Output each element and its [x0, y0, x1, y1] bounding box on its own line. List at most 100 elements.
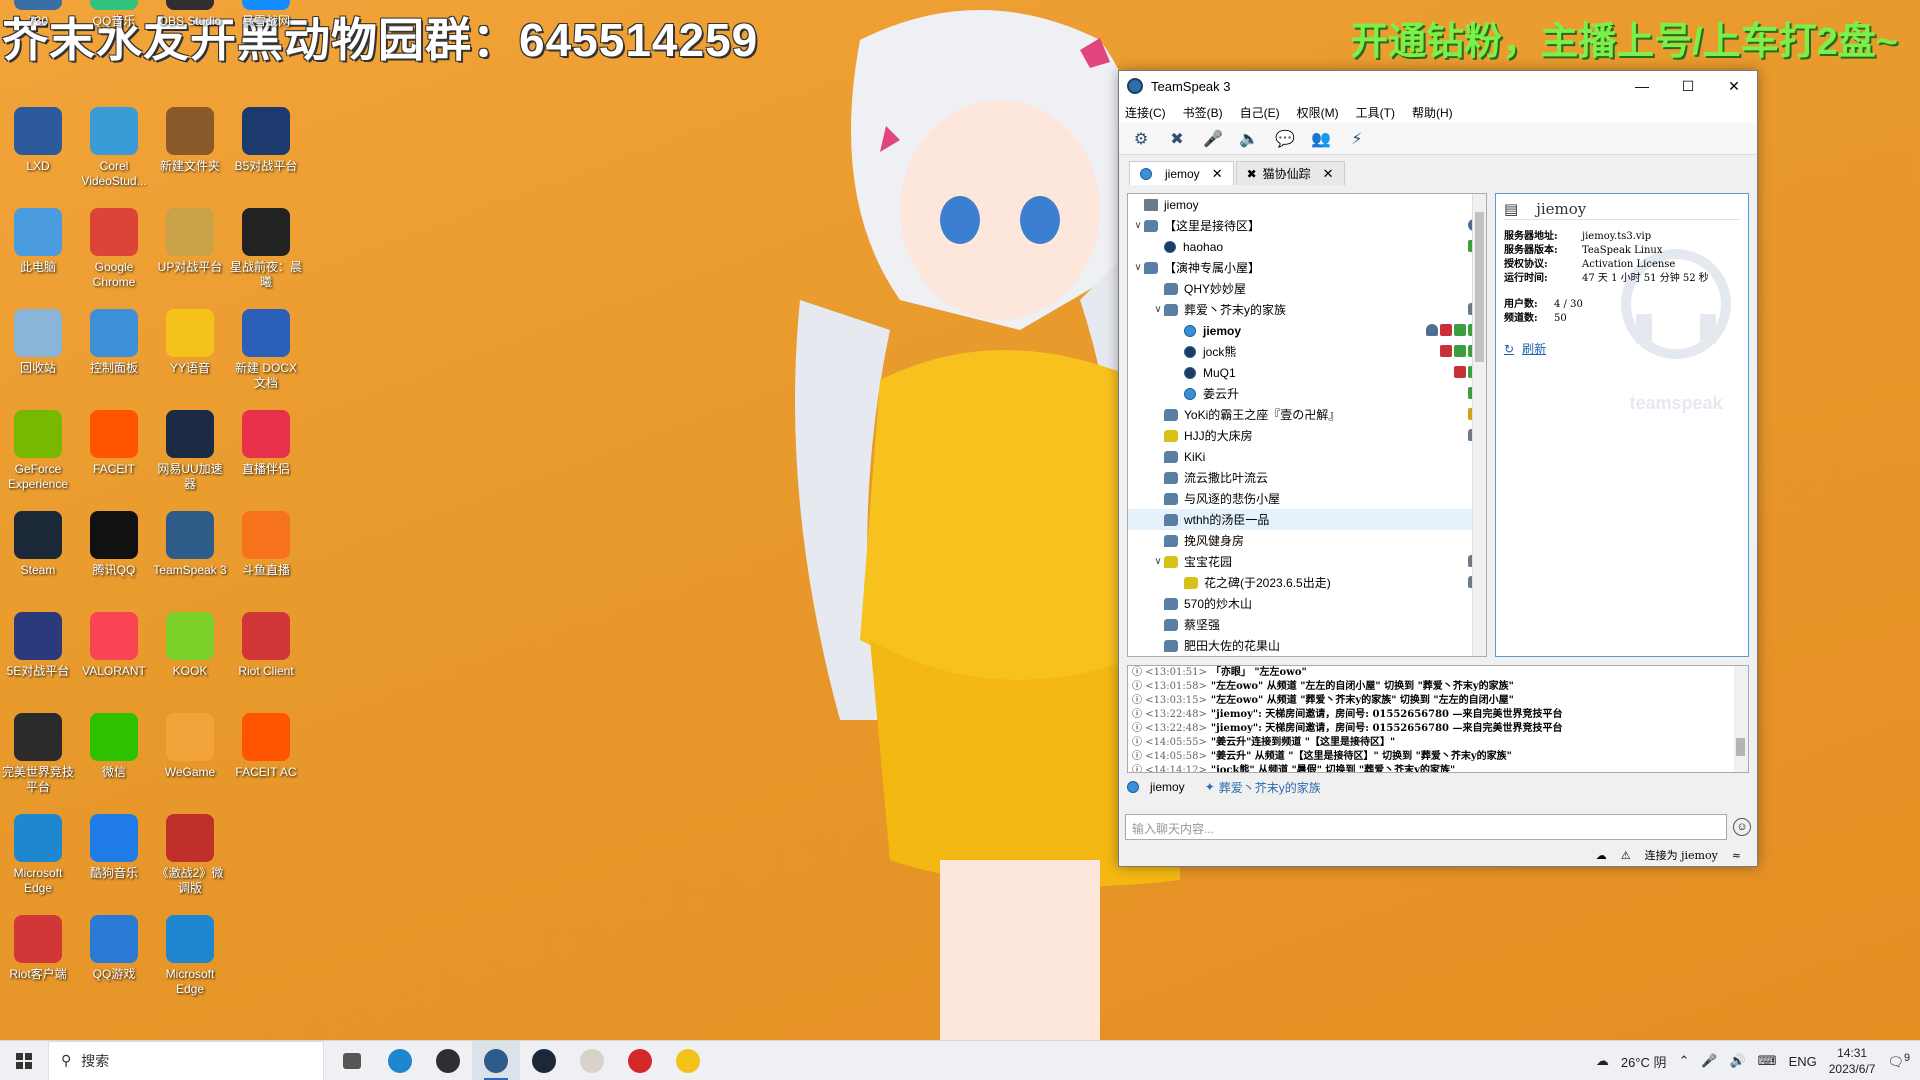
channel-row[interactable]: 与风逐的悲伤小屋	[1128, 488, 1486, 509]
desktop-icon[interactable]: QQ音乐	[76, 0, 152, 29]
taskbar-steam[interactable]	[520, 1041, 568, 1080]
desktop-icon[interactable]: VALORANT	[76, 612, 152, 679]
contacts-icon[interactable]: 👥	[1309, 127, 1333, 151]
desktop-icon[interactable]: FACEIT	[76, 410, 152, 477]
desktop-icon[interactable]: 腾讯QQ	[76, 511, 152, 578]
chevron-up-icon[interactable]: ⌃	[1679, 1053, 1690, 1069]
menu-connections[interactable]: 连接(C)	[1125, 104, 1166, 121]
chat-tab-server[interactable]: jiemoy	[1127, 780, 1185, 794]
client-row[interactable]: MuQ1	[1128, 362, 1486, 383]
client-row[interactable]: haohao	[1128, 236, 1486, 257]
chevron-down-icon[interactable]: ∨	[1132, 220, 1144, 231]
menu-permissions[interactable]: 权限(M)	[1297, 104, 1339, 121]
desktop-icon[interactable]: 回收站	[0, 309, 76, 376]
chevron-down-icon[interactable]: ∨	[1132, 262, 1144, 273]
window-titlebar[interactable]: TeamSpeak 3 — ☐ ✕	[1119, 71, 1757, 101]
close-button[interactable]: ✕	[1711, 71, 1757, 101]
menu-help[interactable]: 帮助(H)	[1412, 104, 1453, 121]
taskbar-teamspeak[interactable]	[472, 1040, 520, 1080]
desktop-icon[interactable]: 微信	[76, 713, 152, 780]
channel-row[interactable]: ∨ 【这里是接待区】	[1128, 215, 1486, 236]
away-icon[interactable]: 💬	[1273, 127, 1297, 151]
desktop-icon[interactable]: GeForce Experience	[0, 410, 76, 492]
chevron-down-icon[interactable]: ∨	[1152, 556, 1164, 567]
taskbar-color-app[interactable]	[664, 1041, 712, 1080]
desktop-icon[interactable]: Microsoft Edge	[0, 814, 76, 896]
weather-icon[interactable]: ☁	[1596, 1053, 1609, 1069]
channel-row[interactable]: ∨ 宝宝花园	[1128, 551, 1486, 572]
start-button[interactable]	[0, 1041, 48, 1080]
desktop-icon[interactable]: FACEIT AC	[228, 713, 304, 780]
desktop-icon[interactable]: 控制面板	[76, 309, 152, 376]
chevron-down-icon[interactable]: ∨	[1152, 304, 1164, 315]
desktop-icon[interactable]: Riot Client	[228, 612, 304, 679]
taskbar-obs[interactable]	[424, 1041, 472, 1080]
channel-row[interactable]: 挽风健身房	[1128, 530, 1486, 551]
weather-text[interactable]: 26°C 阴	[1621, 1052, 1667, 1071]
desktop-icon[interactable]: Microsoft Edge	[152, 915, 228, 997]
mute-microphone-icon[interactable]: 🎤	[1201, 127, 1225, 151]
desktop-icon[interactable]: 《激战2》微调版	[152, 814, 228, 896]
desktop-icon[interactable]: OBS Studio	[152, 0, 228, 29]
client-row[interactable]: jock熊	[1128, 341, 1486, 362]
notification-icon[interactable]: 🗨9	[1887, 1052, 1910, 1070]
channel-row[interactable]: wthh的汤臣一品	[1128, 509, 1486, 530]
channel-row[interactable]: QHY妙妙屋	[1128, 278, 1486, 299]
microphone-icon[interactable]: 🎤	[1701, 1053, 1717, 1069]
channel-row[interactable]: 肥田大佐的花果山	[1128, 635, 1486, 656]
desktop-icon[interactable]: 星战前夜：晨曦	[228, 208, 304, 290]
channel-row[interactable]: 流云撒比叶流云	[1128, 467, 1486, 488]
desktop-icon[interactable]: 此电脑	[0, 208, 76, 275]
chat-input[interactable]: 输入聊天内容...	[1125, 814, 1727, 840]
tab-close-icon[interactable]: ✕	[1212, 166, 1223, 182]
server-row[interactable]: jiemoy	[1128, 194, 1486, 215]
emoji-icon[interactable]: ☺	[1733, 818, 1751, 836]
desktop-icon[interactable]: TeamSpeak 3	[152, 511, 228, 578]
clock[interactable]: 14:31 2023/6/7	[1829, 1045, 1876, 1077]
maximize-button[interactable]: ☐	[1665, 71, 1711, 101]
log-scrollbar[interactable]	[1734, 666, 1748, 772]
minimize-button[interactable]: —	[1619, 71, 1665, 101]
channel-row[interactable]: KiKi	[1128, 446, 1486, 467]
desktop-icon[interactable]: Steam	[0, 511, 76, 578]
channel-row[interactable]: 570的炒木山	[1128, 593, 1486, 614]
tree-scrollbar[interactable]	[1472, 194, 1486, 656]
desktop-icon[interactable]: 730	[0, 0, 76, 29]
desktop-icon[interactable]: Riot客户端	[0, 915, 76, 982]
desktop-icon[interactable]: YY语音	[152, 309, 228, 376]
desktop-icon[interactable]: 新建文件夹	[152, 107, 228, 174]
desktop-icon[interactable]: 斗鱼直播	[228, 511, 304, 578]
taskbar-edge[interactable]	[376, 1041, 424, 1080]
menu-bookmarks[interactable]: 书签(B)	[1183, 104, 1223, 121]
language-indicator[interactable]: ENG	[1789, 1054, 1817, 1069]
client-row[interactable]: 姜云升	[1128, 383, 1486, 404]
desktop-icon[interactable]: QQ游戏	[76, 915, 152, 982]
taskbar-search[interactable]: ⚲ 搜索	[48, 1040, 324, 1080]
taskbar-wps[interactable]	[616, 1041, 664, 1080]
desktop-icon[interactable]: KOOK	[152, 612, 228, 679]
menu-tools[interactable]: 工具(T)	[1356, 104, 1395, 121]
channel-row[interactable]: ∨ 【演神专属小屋】	[1128, 257, 1486, 278]
desktop-icon[interactable]: LXD	[0, 107, 76, 174]
channel-row[interactable]: 花之碑(于2023.6.5出走)	[1128, 572, 1486, 593]
channel-row[interactable]: 蔡坚强	[1128, 614, 1486, 635]
desktop-icon[interactable]: Corel VideoStud...	[76, 107, 152, 189]
desktop-icon[interactable]: 酷狗音乐	[76, 814, 152, 881]
desktop-icon[interactable]: WeGame	[152, 713, 228, 780]
mute-speaker-icon[interactable]: 🔈	[1237, 127, 1261, 151]
desktop-icon[interactable]: 直播伴侣	[228, 410, 304, 477]
desktop-icon[interactable]: 5E对战平台	[0, 612, 76, 679]
taskbar-wallpaper-engine[interactable]	[568, 1041, 616, 1080]
channel-row[interactable]: YoKi的霸王之座『壹の卍解』	[1128, 404, 1486, 425]
tab-jiemoy[interactable]: jiemoy ✕	[1129, 161, 1234, 185]
chat-tab-channel[interactable]: ✦ 葬爱丶芥末y的家族	[1205, 779, 1321, 796]
identity-icon[interactable]: ⚡	[1345, 127, 1369, 151]
desktop-icon[interactable]: Google Chrome	[76, 208, 152, 290]
taskbar-task-view[interactable]	[328, 1041, 376, 1080]
desktop-icon[interactable]: 完美世界竞技平台	[0, 713, 76, 795]
volume-icon[interactable]: 🔊	[1730, 1053, 1746, 1069]
tab-maoxie[interactable]: ✖ 猫协仙踪 ✕	[1235, 161, 1345, 185]
warning-icon[interactable]: ⚠	[1621, 849, 1631, 862]
desktop-icon[interactable]: UP对战平台	[152, 208, 228, 275]
channel-row[interactable]: HJJ的大床房	[1128, 425, 1486, 446]
